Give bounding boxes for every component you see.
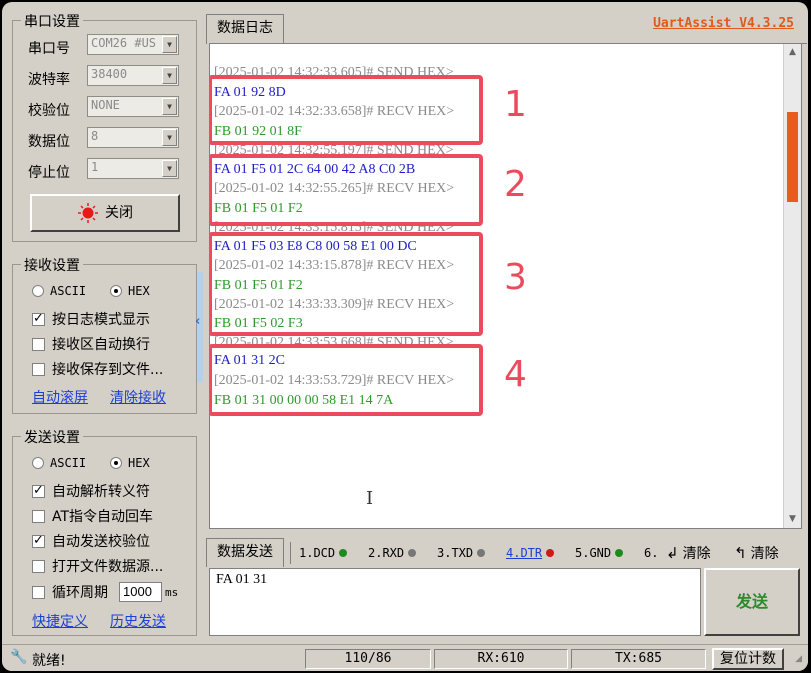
chevron-down-icon: ▼ xyxy=(162,129,177,146)
app-window: 串口设置 串口号 COM26 #US ▼ 波特率 38400 ▼ 校验位 NONE ▼… xyxy=(2,2,808,671)
cycle-unit: ms xyxy=(165,586,179,599)
undo-arrow-icon: ↲ xyxy=(666,544,679,562)
auto-wrap-checkbox[interactable]: 接收区自动换行 xyxy=(32,334,150,354)
clear-send-button[interactable]: ↲ 清除 xyxy=(666,543,711,563)
chevron-down-icon: ▼ xyxy=(162,67,177,84)
receive-hex-radio[interactable]: HEX xyxy=(110,284,150,298)
databits-label: 数据位 xyxy=(28,134,70,150)
signal-dtr[interactable]: 4.DTR xyxy=(506,546,555,560)
checksum-checkbox[interactable]: 自动发送校验位 xyxy=(32,531,150,551)
annotation-box-4 xyxy=(210,344,483,416)
scroll-up-icon[interactable]: ▲ xyxy=(784,44,801,61)
close-port-button[interactable]: 关闭 xyxy=(30,194,180,232)
send-input[interactable]: FA 01 31 xyxy=(209,568,701,636)
send-ascii-radio[interactable]: ASCII xyxy=(32,456,86,470)
tab-data-log[interactable]: 数据日志 xyxy=(206,14,284,44)
clear-receive-link[interactable]: 清除接收 xyxy=(110,387,166,407)
resize-grip-icon[interactable]: ◢ xyxy=(795,654,802,664)
signal-txd: 3.TXD xyxy=(437,546,486,560)
status-ready: 就绪! xyxy=(32,653,66,669)
app-title: UartAssist V4.3.25 xyxy=(653,16,794,31)
at-cr-checkbox[interactable]: AT指令自动回车 xyxy=(32,506,153,526)
receive-ascii-radio[interactable]: ASCII xyxy=(32,284,86,298)
text-cursor-icon: I xyxy=(366,488,374,509)
signal-rxd: 2.RXD xyxy=(368,546,417,560)
send-button[interactable]: 发送 xyxy=(704,568,800,636)
parity-select[interactable]: NONE ▼ xyxy=(87,96,179,117)
tab-data-send[interactable]: 数据发送 xyxy=(206,538,284,567)
annotation-box-1 xyxy=(210,75,483,145)
signal-dcd: 1.DCD xyxy=(299,546,348,560)
annotation-number: 4 xyxy=(504,354,527,395)
clear-all-button[interactable]: ↰ 清除 xyxy=(734,543,779,563)
chevron-down-icon: ▼ xyxy=(162,160,177,177)
receive-settings-title: 接收设置 xyxy=(21,255,83,275)
stopbits-select[interactable]: 1 ▼ xyxy=(87,158,179,179)
shortcuts-link[interactable]: 快捷定义 xyxy=(32,611,88,631)
close-port-label: 关闭 xyxy=(105,205,133,221)
send-settings-title: 发送设置 xyxy=(21,427,83,447)
parity-label: 校验位 xyxy=(28,103,70,119)
status-light-icon xyxy=(78,203,98,223)
escape-checkbox[interactable]: 自动解析转义符 xyxy=(32,481,150,501)
databits-select[interactable]: 8 ▼ xyxy=(87,127,179,148)
signal-gnd: 5.GND xyxy=(575,546,624,560)
port-select[interactable]: COM26 #US ▼ xyxy=(87,34,179,55)
collapse-arrow-icon[interactable]: ‹ xyxy=(195,314,200,329)
scroll-thumb[interactable] xyxy=(787,112,798,202)
chevron-down-icon: ▼ xyxy=(162,36,177,53)
baud-label: 波特率 xyxy=(28,72,70,88)
port-label: 串口号 xyxy=(28,41,70,57)
chevron-down-icon: ▼ xyxy=(162,98,177,115)
serial-settings-title: 串口设置 xyxy=(21,11,83,31)
annotation-box-3 xyxy=(210,232,483,336)
send-hex-radio[interactable]: HEX xyxy=(110,456,150,470)
cycle-checkbox[interactable]: 循环周期 xyxy=(32,582,108,602)
reset-count-button[interactable]: 复位计数 xyxy=(712,648,784,670)
log-scrollbar[interactable]: ▲ ▼ xyxy=(783,44,801,528)
annotation-box-2 xyxy=(210,154,483,226)
stopbits-label: 停止位 xyxy=(28,165,70,181)
save-to-file-checkbox[interactable]: 接收保存到文件... xyxy=(32,359,163,379)
log-mode-checkbox[interactable]: 按日志模式显示 xyxy=(32,309,150,329)
status-tx: TX:685 xyxy=(571,649,706,669)
annotation-number: 2 xyxy=(504,164,527,205)
history-link[interactable]: 历史发送 xyxy=(110,611,166,631)
data-log-panel[interactable]: [2025-01-02 14:32:33.605]# SEND HEX> FA … xyxy=(209,43,802,529)
status-rx: RX:610 xyxy=(434,649,568,669)
cycle-period-input[interactable]: 1000 xyxy=(119,582,162,602)
annotation-number: 3 xyxy=(504,257,527,298)
file-source-checkbox[interactable]: 打开文件数据源... xyxy=(32,556,163,576)
return-arrow-icon: ↰ xyxy=(734,544,747,562)
signal-6: 6. xyxy=(644,546,659,560)
baud-select[interactable]: 38400 ▼ xyxy=(87,65,179,86)
wrench-icon: 🔧 xyxy=(10,649,28,665)
scroll-down-icon[interactable]: ▼ xyxy=(784,511,801,528)
auto-scroll-link[interactable]: 自动滚屏 xyxy=(32,387,88,407)
status-count: 110/86 xyxy=(305,649,431,669)
status-bar: 🔧 就绪! 110/86 RX:610 TX:685 复位计数 ◢ xyxy=(2,644,808,671)
annotation-number: 1 xyxy=(504,84,527,125)
